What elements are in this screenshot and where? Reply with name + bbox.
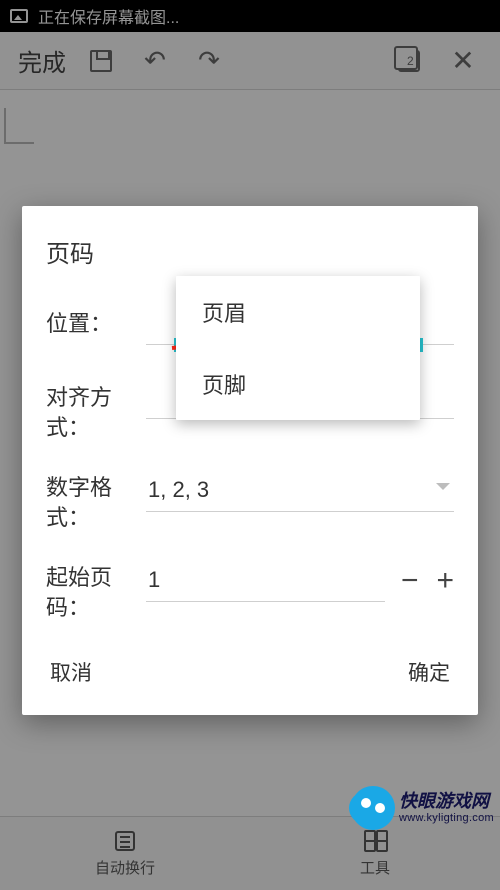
watermark: 快眼游戏网 www.kyligting.com <box>351 786 494 830</box>
position-dropdown: 页眉 页脚 <box>176 276 420 420</box>
watermark-logo-icon <box>351 786 395 830</box>
chevron-down-icon <box>436 483 450 490</box>
start-label: 起始页码： <box>46 559 146 623</box>
dropdown-option-header[interactable]: 页眉 <box>176 276 420 348</box>
format-select[interactable]: 1, 2, 3 <box>146 469 454 512</box>
dialog-actions: 取消 确定 <box>46 651 454 693</box>
field-format: 数字格式： 1, 2, 3 <box>46 469 454 533</box>
page-number-dialog: 页码 位置： 对齐方式： 数字格式： 1, 2, 3 起始页码： 1 <box>22 206 478 715</box>
field-start: 起始页码： 1 − + <box>46 559 454 623</box>
position-label: 位置： <box>46 305 146 339</box>
confirm-button[interactable]: 确定 <box>404 651 454 693</box>
format-label: 数字格式： <box>46 469 146 533</box>
decrement-button[interactable]: − <box>401 566 419 596</box>
cancel-button[interactable]: 取消 <box>46 651 96 693</box>
dropdown-option-footer[interactable]: 页脚 <box>176 348 420 420</box>
selection-handle <box>420 338 423 352</box>
start-value[interactable]: 1 <box>146 559 385 602</box>
dialog-title: 页码 <box>46 234 454 269</box>
start-stepper: − + <box>385 566 454 596</box>
watermark-title: 快眼游戏网 <box>399 792 494 812</box>
increment-button[interactable]: + <box>436 566 454 596</box>
watermark-url: www.kyligting.com <box>399 812 494 824</box>
align-label: 对齐方式： <box>46 379 146 443</box>
